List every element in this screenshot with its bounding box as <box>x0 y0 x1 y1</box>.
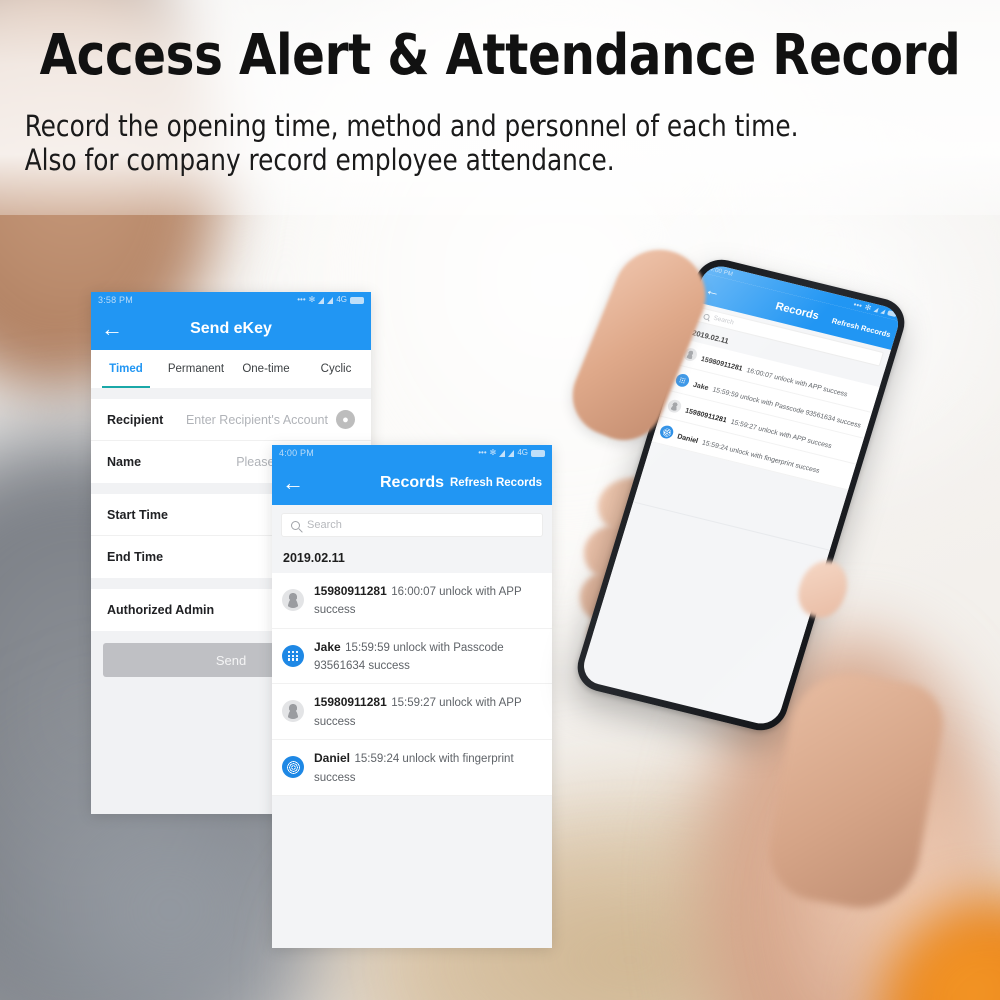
end-time-label: End Time <box>107 550 164 564</box>
more-dots-icon: ••• <box>297 295 306 304</box>
tab-timed[interactable]: Timed <box>91 350 161 388</box>
bluetooth-icon: ✻ <box>863 302 873 313</box>
signal-icon-2 <box>327 296 334 304</box>
battery-icon <box>531 449 545 457</box>
status-bar-icons: ••• ✻ 4G <box>297 296 364 304</box>
recipient-value[interactable]: Enter Recipient's Account ● <box>186 410 355 429</box>
ekey-status-bar: 3:58 PM ••• ✻ 4G <box>91 292 371 308</box>
record-text: Jake 15:59:59 unlock with Passcode 93561… <box>314 638 541 675</box>
person-avatar-icon <box>282 700 304 723</box>
ekey-tab-bar: Timed Permanent One-time Cyclic <box>91 350 371 388</box>
network-type-label: 4G <box>336 295 347 304</box>
name-label: Name <box>107 455 142 469</box>
keypad-icon <box>282 644 304 667</box>
ekey-nav-bar: ← Send eKey <box>91 308 371 350</box>
start-time-label: Start Time <box>107 507 168 522</box>
search-input[interactable]: Search <box>281 513 543 537</box>
ekey-spacer-1 <box>91 388 371 399</box>
search-placeholder: Search <box>307 519 342 531</box>
page-subtitle: Record the opening time, method and pers… <box>0 109 950 178</box>
headline-block: Access Alert & Attendance Record Record … <box>0 0 1000 178</box>
record-text: 15980911281 15:59:27 unlock with APP suc… <box>314 693 541 730</box>
tab-permanent[interactable]: Permanent <box>161 350 231 388</box>
contact-picker-icon[interactable]: ● <box>336 410 355 429</box>
tab-one-time[interactable]: One-time <box>231 350 301 388</box>
phone-refresh-records-button[interactable]: Refresh Records <box>831 316 897 340</box>
subtitle-line-2: Also for company record employee attenda… <box>24 142 615 177</box>
battery-icon <box>350 296 364 304</box>
signal-icon-2 <box>880 308 886 315</box>
records-screen: 4:00 PM ••• ✻ 4G ← Records Refresh Recor… <box>272 445 552 948</box>
record-text: 15980911281 16:00:07 unlock with APP suc… <box>314 582 541 619</box>
records-status-bar: 4:00 PM ••• ✻ 4G <box>272 445 552 461</box>
records-date-header: 2019.02.11 <box>272 545 552 573</box>
record-name: 15980911281 <box>314 695 387 710</box>
recipient-label: Recipient <box>107 412 164 427</box>
ekey-nav-title: Send eKey <box>190 320 272 337</box>
search-icon <box>291 520 300 530</box>
authorized-admin-label: Authorized Admin <box>107 603 215 617</box>
more-dots-icon: ••• <box>852 299 864 311</box>
record-list-item[interactable]: Daniel 15:59:24 unlock with fingerprint … <box>272 740 552 796</box>
record-name: Jake <box>692 381 710 393</box>
record-list-item[interactable]: 15980911281 16:00:07 unlock with APP suc… <box>272 573 552 629</box>
signal-icon <box>499 449 506 457</box>
record-name: 15980911281 <box>684 407 728 425</box>
back-arrow-icon[interactable]: ← <box>91 318 133 340</box>
record-name: Daniel <box>314 751 351 766</box>
tab-permanent-label: Permanent <box>167 363 225 375</box>
page-title: Access Alert & Attendance Record <box>39 23 961 88</box>
records-search-wrap: Search <box>272 505 552 545</box>
record-name: 15980911281 <box>699 355 744 373</box>
bluetooth-icon: ✻ <box>308 295 316 304</box>
person-avatar-icon <box>282 589 304 611</box>
search-icon <box>702 312 711 321</box>
back-arrow-icon[interactable]: ← <box>272 472 314 494</box>
record-name: 15980911281 <box>314 584 387 598</box>
records-nav-bar: ← Records Refresh Records <box>272 461 552 505</box>
record-name: Daniel <box>676 433 699 446</box>
fingerprint-icon <box>282 756 304 779</box>
records-status-bar-time: 4:00 PM <box>279 448 314 458</box>
tab-one-time-label: One-time <box>242 363 290 375</box>
field-row-recipient[interactable]: Recipient Enter Recipient's Account ● <box>91 399 371 441</box>
battery-icon <box>887 310 898 317</box>
recipient-placeholder: Enter Recipient's Account <box>185 412 328 427</box>
phone-search-placeholder: Search <box>712 314 735 327</box>
network-type-label: 4G <box>517 448 528 457</box>
signal-icon <box>318 296 325 304</box>
tab-timed-label: Timed <box>109 363 143 375</box>
records-list: 15980911281 16:00:07 unlock with APP suc… <box>272 573 552 796</box>
fingerprint-icon <box>658 424 675 440</box>
hand-holding-phone: 4:00 PM ••• ✻ ← Records Refresh Records … <box>560 235 949 918</box>
record-list-item[interactable]: Jake 15:59:59 unlock with Passcode 93561… <box>272 629 552 685</box>
record-list-item[interactable]: 15980911281 15:59:27 unlock with APP suc… <box>272 684 552 741</box>
subtitle-line-1: Record the opening time, method and pers… <box>24 109 799 143</box>
record-text: Daniel 15:59:24 unlock with fingerprint … <box>314 749 541 786</box>
signal-icon-2 <box>508 449 515 457</box>
refresh-records-button[interactable]: Refresh Records <box>450 477 552 489</box>
tab-cyclic[interactable]: Cyclic <box>301 350 371 388</box>
record-name: Jake <box>314 639 341 654</box>
bluetooth-icon: ✻ <box>489 448 497 457</box>
signal-icon <box>873 306 879 313</box>
records-status-bar-icons: ••• ✻ 4G <box>478 449 545 457</box>
status-bar-time: 3:58 PM <box>98 295 133 305</box>
more-dots-icon: ••• <box>478 448 487 457</box>
record-description: 15:59:59 unlock with Passcode 93561634 s… <box>314 641 504 673</box>
tab-cyclic-label: Cyclic <box>320 363 352 375</box>
person-avatar-icon <box>666 398 683 414</box>
